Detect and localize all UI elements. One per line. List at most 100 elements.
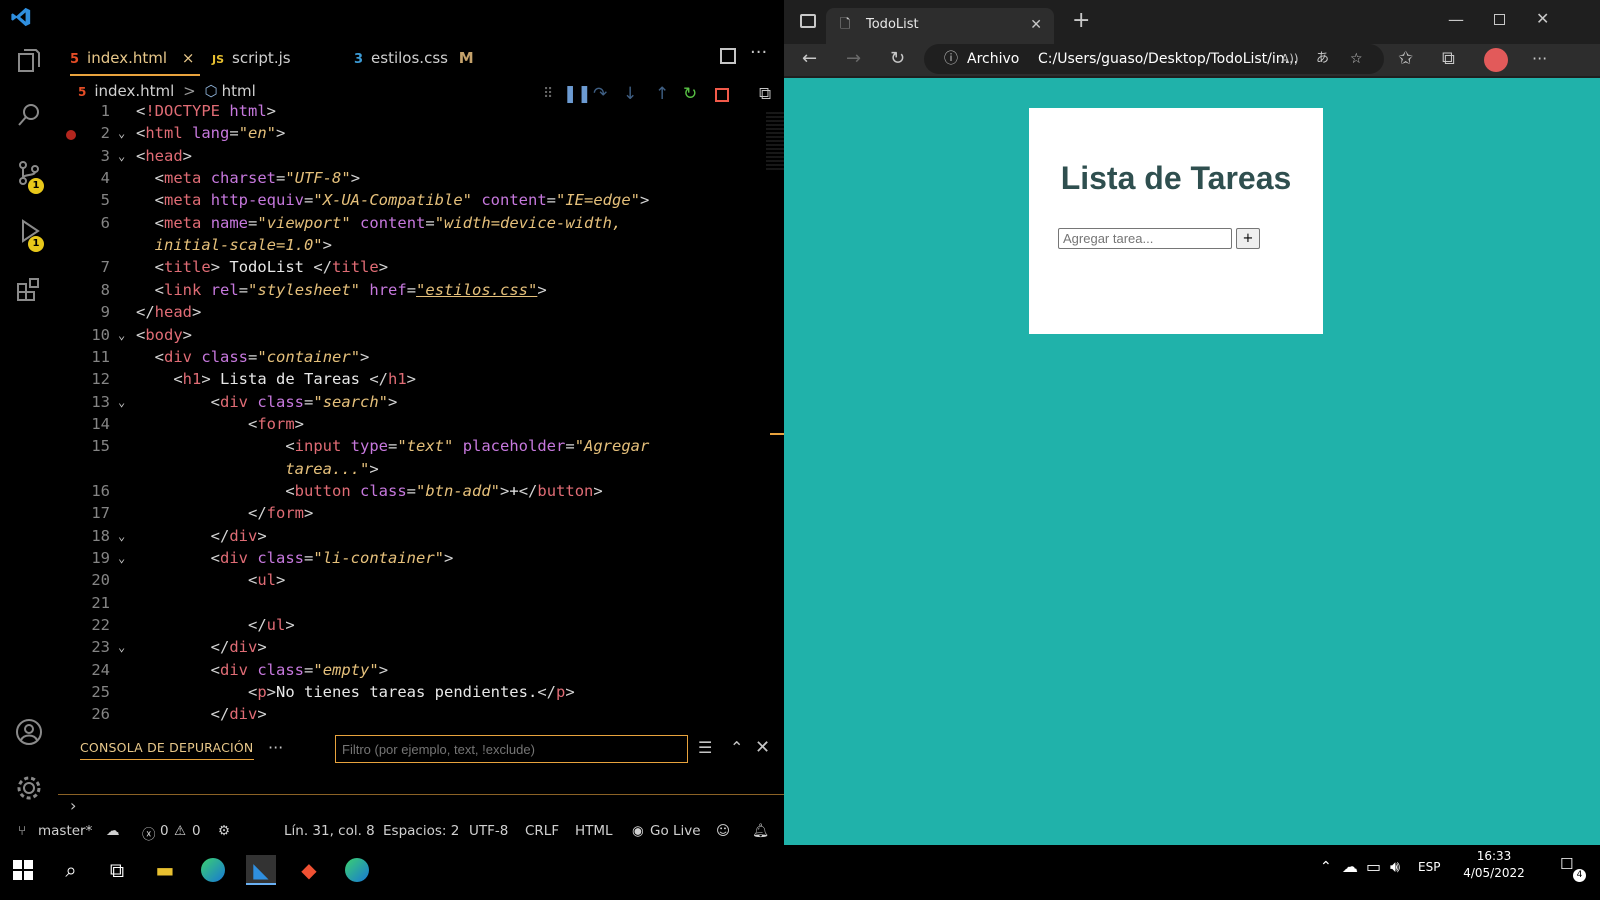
stop-icon[interactable] [715,88,729,102]
fold-chevron-icon[interactable]: ⌄ [118,640,125,654]
tab-estilos-css[interactable]: 3 estilos.css M [354,40,504,76]
edge-browser-icon[interactable] [198,855,228,885]
warning-count[interactable]: 0 [192,823,201,839]
vscode-taskbar-icon[interactable]: ◣ [246,855,276,885]
tab-script-js[interactable]: JS script.js [212,40,332,76]
error-count[interactable]: 0 [160,823,169,839]
fold-chevron-icon[interactable]: ⌄ [118,126,125,140]
tab-actions-icon[interactable] [800,14,816,28]
drag-handle-icon[interactable]: ⠿ [543,86,553,102]
browser-tab[interactable]: 🗋︎ TodoList ✕ [826,8,1054,44]
explorer-icon[interactable] [15,48,43,76]
code-line: </form> [247,504,314,522]
fold-chevron-icon[interactable]: ⌄ [118,149,125,163]
step-over-icon[interactable]: ↷ [593,84,607,104]
start-windows-icon[interactable] [8,855,38,885]
line-number: 17 [91,504,110,522]
code-editor[interactable]: 1 2 ⌄ 3 ⌄ 4 5 6 7 8 9 10 ⌄ 11 12 13 ⌄ 14 15 16 17 18 ⌄ 19 ⌄ 20 21 2… [58,102,828,734]
task-view-icon[interactable]: ⧉ [102,855,132,885]
git-tool-icon[interactable]: ◆ [294,855,324,885]
error-icon: ⓧ [142,827,156,843]
debug-badge: 1 [28,236,44,252]
tab-index-html[interactable]: 5 index.html × [70,40,200,76]
settings-gear-icon[interactable] [15,774,43,802]
javascript-icon: JS [212,53,225,66]
address-url[interactable]: C:/Users/guaso/Desktop/TodoList/in... [1038,44,1298,74]
back-arrow-icon[interactable]: ← [802,44,817,74]
step-out-icon[interactable]: ↑ [655,84,669,104]
indentation[interactable]: Espacios: 2 [383,823,459,839]
favorites-icon[interactable]: ✩ [1398,44,1413,74]
restart-icon[interactable]: ↻ [683,84,697,104]
step-into-icon[interactable]: ↓ [623,84,637,104]
line-number: 1 [100,102,110,120]
profile-avatar[interactable] [1484,48,1508,72]
fold-chevron-icon[interactable]: ⌄ [118,395,125,409]
line-number: 6 [100,214,110,232]
console-prompt-icon[interactable]: › [70,796,76,815]
fold-chevron-icon[interactable]: ⌄ [118,551,125,565]
network-icon[interactable]: ▭ [1366,857,1381,876]
maximize-icon[interactable] [1494,14,1505,25]
new-tab-icon[interactable]: + [1072,8,1090,33]
breadcrumb-node[interactable]: html [222,82,256,100]
git-branch[interactable]: master* [38,823,92,839]
address-bar[interactable]: ⓘ Archivo C:/Users/guaso/Desktop/TodoLis… [924,44,1384,74]
breadcrumb-file[interactable]: index.html [94,82,174,100]
info-icon[interactable]: ⓘ [944,44,958,74]
line-number: 18 [91,527,110,545]
chevron-up-icon[interactable]: ⌃ [730,738,743,757]
language-indicator[interactable]: ESP [1418,860,1440,874]
clock-date[interactable]: 4/05/2022 [1452,866,1536,880]
close-panel-icon[interactable]: ✕ [755,737,770,758]
line-ending[interactable]: CRLF [525,823,559,839]
edge-browser-icon-2[interactable] [342,855,372,885]
breakpoint-dot[interactable] [66,130,76,140]
collections-icon[interactable]: ⧉ [1442,44,1455,74]
search-icon[interactable] [15,102,43,130]
feedback-icon[interactable]: ☺ [716,823,730,839]
word-wrap-icon[interactable]: ☰ [698,738,712,757]
sync-icon[interactable]: ☁ [106,823,120,839]
notifications-bell-icon[interactable]: 🔔︎ [752,823,769,839]
close-tab-icon[interactable]: ✕ [1030,8,1042,42]
debug-status-icon[interactable]: ⚙ [218,823,230,839]
pause-icon[interactable]: ❚❚ [563,84,592,104]
add-task-button[interactable]: + [1236,228,1260,249]
more-actions-icon[interactable]: ··· [750,42,767,63]
go-live-button[interactable]: Go Live [650,823,701,839]
onedrive-cloud-icon[interactable]: ☁ [1342,857,1358,876]
close-icon[interactable]: × [182,49,195,67]
cursor-position[interactable]: Lín. 31, col. 8 [284,823,375,839]
code-line: <p>No tienes tareas pendientes.</p> [247,683,575,701]
minimize-icon[interactable]: — [1448,10,1464,29]
code-line: <meta http-equiv="X-UA-Compatible" conte… [154,191,650,209]
search-icon[interactable]: ⌕ [56,855,86,885]
account-icon[interactable] [15,718,43,746]
clock-time[interactable]: 16:33 [1462,849,1526,863]
address-scheme-label: Archivo [967,51,1020,67]
browser-menu-icon[interactable]: ··· [1532,44,1547,74]
split-editor-icon[interactable] [720,48,736,64]
panel-more-icon[interactable]: ··· [268,738,283,757]
tab-debug-console[interactable]: CONSOLA DE DEPURACIÓN [80,740,254,760]
forward-arrow-icon[interactable]: → [846,44,861,74]
code-line: <div class="container"> [154,348,370,366]
add-favorite-icon[interactable]: ☆ [1350,44,1363,74]
inspect-icon[interactable]: ⧉ [759,84,771,104]
fold-chevron-icon[interactable]: ⌄ [118,529,125,543]
refresh-icon[interactable]: ↻ [890,44,905,74]
file-explorer-icon[interactable]: ▬ [150,855,180,885]
console-filter-input[interactable] [335,735,688,763]
task-input[interactable]: Agregar tarea... [1058,228,1232,249]
close-window-icon[interactable]: ✕ [1536,9,1549,28]
chevron-up-icon[interactable]: ⌃ [1320,859,1332,875]
read-aloud-icon[interactable]: A)) [1281,44,1299,74]
extensions-icon[interactable] [15,276,43,304]
fold-chevron-icon[interactable]: ⌄ [118,328,125,342]
status-bar: ⑂ master* ☁ ⓧ 0 ⚠ 0 ⚙ Lín. 31, col. 8 Es… [0,816,784,844]
encoding[interactable]: UTF-8 [469,823,508,839]
volume-icon[interactable]: 🔊︎ [1390,857,1400,877]
translate-icon[interactable]: あ [1316,44,1329,74]
language-mode[interactable]: HTML [575,823,613,839]
